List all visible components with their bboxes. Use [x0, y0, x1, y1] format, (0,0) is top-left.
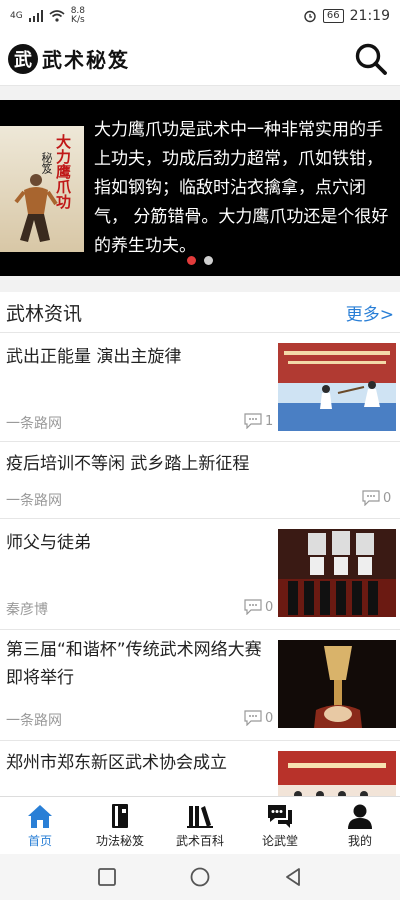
news-item-source: 秦彦博 — [6, 602, 48, 618]
comment-count[interactable]: 1 — [244, 413, 273, 429]
chat-icon — [268, 805, 292, 828]
news-item-title: 疫后培训不等闲 武乡踏上新征程 — [6, 454, 250, 474]
comment-count-value: 0 — [265, 599, 274, 615]
news-item-source: 一条路网 — [6, 713, 62, 729]
news-item-source: 一条路网 — [6, 493, 62, 509]
app-name: 武术秘笈 — [42, 48, 130, 72]
home-button-icon[interactable] — [189, 866, 211, 888]
user-icon — [348, 804, 372, 829]
news-item[interactable]: 武出正能量 演出主旋律 一条路网 1 — [0, 333, 400, 442]
news-item[interactable]: 第三届“和谐杯”传统武术网络大赛 即将举行 一条路网 0 — [0, 630, 400, 741]
home-icon — [28, 805, 52, 828]
wifi-icon — [49, 10, 65, 22]
book-icon — [112, 804, 128, 828]
comment-count[interactable]: 0 — [362, 490, 391, 506]
news-header: 武林资讯 更多> — [0, 292, 400, 333]
nav-encyclopedia[interactable]: 武术百科 — [160, 797, 240, 855]
nav-label: 武术百科 — [175, 834, 224, 848]
comment-count-value: 0 — [265, 710, 274, 726]
news-section: 武林资讯 更多> 武出正能量 演出主旋律 一条路网 1 疫后培训不等闲 武乡踏上… — [0, 292, 400, 796]
section-title: 武林资讯 — [6, 302, 83, 325]
news-item[interactable]: 郑州市郑东新区武术协会成立 — [0, 741, 400, 796]
comment-icon — [244, 599, 262, 615]
banner-carousel[interactable]: 大力鹰爪功 秘笈 大力鹰爪功是武术中一种非常实用的手上功夫，功成后劲力超常，爪如… — [0, 100, 400, 276]
app-logo: 武 武术秘笈 — [8, 43, 130, 74]
news-thumbnail — [278, 640, 396, 728]
comment-icon — [244, 413, 262, 429]
news-item-source: 一条路网 — [6, 416, 62, 432]
nav-profile[interactable]: 我的 — [320, 797, 400, 855]
carousel-indicator — [187, 256, 213, 265]
status-bar: 4G 8.8 K/s 66 21:19 — [0, 0, 400, 32]
comment-count-value: 1 — [265, 413, 274, 429]
news-item[interactable]: 疫后培训不等闲 武乡踏上新征程 一条路网 0 — [0, 442, 400, 519]
system-navigation — [0, 854, 400, 900]
news-item-title: 武出正能量 演出主旋律 — [6, 347, 182, 367]
news-item-title: 郑州市郑东新区武术协会成立 — [6, 753, 227, 773]
comment-count-value: 0 — [383, 490, 392, 506]
library-icon — [187, 806, 213, 828]
carousel-dot-2[interactable] — [204, 256, 213, 265]
nav-label: 论武堂 — [261, 834, 298, 848]
alarm-icon — [304, 10, 316, 23]
news-thumbnail — [278, 751, 396, 796]
app-header: 武 武术秘笈 — [0, 32, 400, 86]
clock: 21:19 — [349, 8, 390, 24]
nav-home[interactable]: 首页 — [0, 797, 80, 855]
martial-artist-figure — [14, 174, 58, 242]
signal-icon — [28, 10, 43, 22]
news-item-title: 师父与徒弟 — [6, 533, 91, 553]
more-link[interactable]: 更多> — [346, 300, 394, 325]
net-speed: 8.8 K/s — [70, 6, 86, 25]
nav-label: 我的 — [347, 834, 372, 848]
search-icon[interactable] — [354, 42, 388, 76]
comment-count[interactable]: 0 — [244, 710, 273, 726]
news-item[interactable]: 师父与徒弟 秦彦博 0 — [0, 519, 400, 630]
recent-apps-icon[interactable] — [96, 866, 118, 888]
carousel-dot-1[interactable] — [187, 256, 196, 265]
comment-icon — [362, 490, 380, 506]
book-cover-image: 大力鹰爪功 秘笈 — [0, 126, 84, 252]
back-icon[interactable] — [282, 866, 304, 888]
battery-indicator: 66 — [322, 9, 344, 23]
nav-label: 功法秘笈 — [95, 834, 144, 848]
comment-count[interactable]: 0 — [244, 599, 273, 615]
news-thumbnail — [278, 529, 396, 617]
banner-text: 大力鹰爪功是武术中一种非常实用的手上功夫，功成后劲力超常，爪如铁钳，指如钢钩；临… — [94, 120, 389, 256]
comment-icon — [244, 710, 262, 726]
news-thumbnail — [278, 343, 396, 431]
nav-forum[interactable]: 论武堂 — [240, 797, 320, 855]
nav-techniques[interactable]: 功法秘笈 — [80, 797, 160, 855]
news-item-title: 第三届“和谐杯”传统武术网络大赛 即将举行 — [6, 640, 262, 688]
bottom-navigation: 首页 功法秘笈 武术百科 论武堂 我的 — [0, 796, 400, 855]
nav-label: 首页 — [27, 834, 52, 848]
logo-mark: 武 — [8, 43, 38, 74]
network-type: 4G — [10, 11, 23, 21]
